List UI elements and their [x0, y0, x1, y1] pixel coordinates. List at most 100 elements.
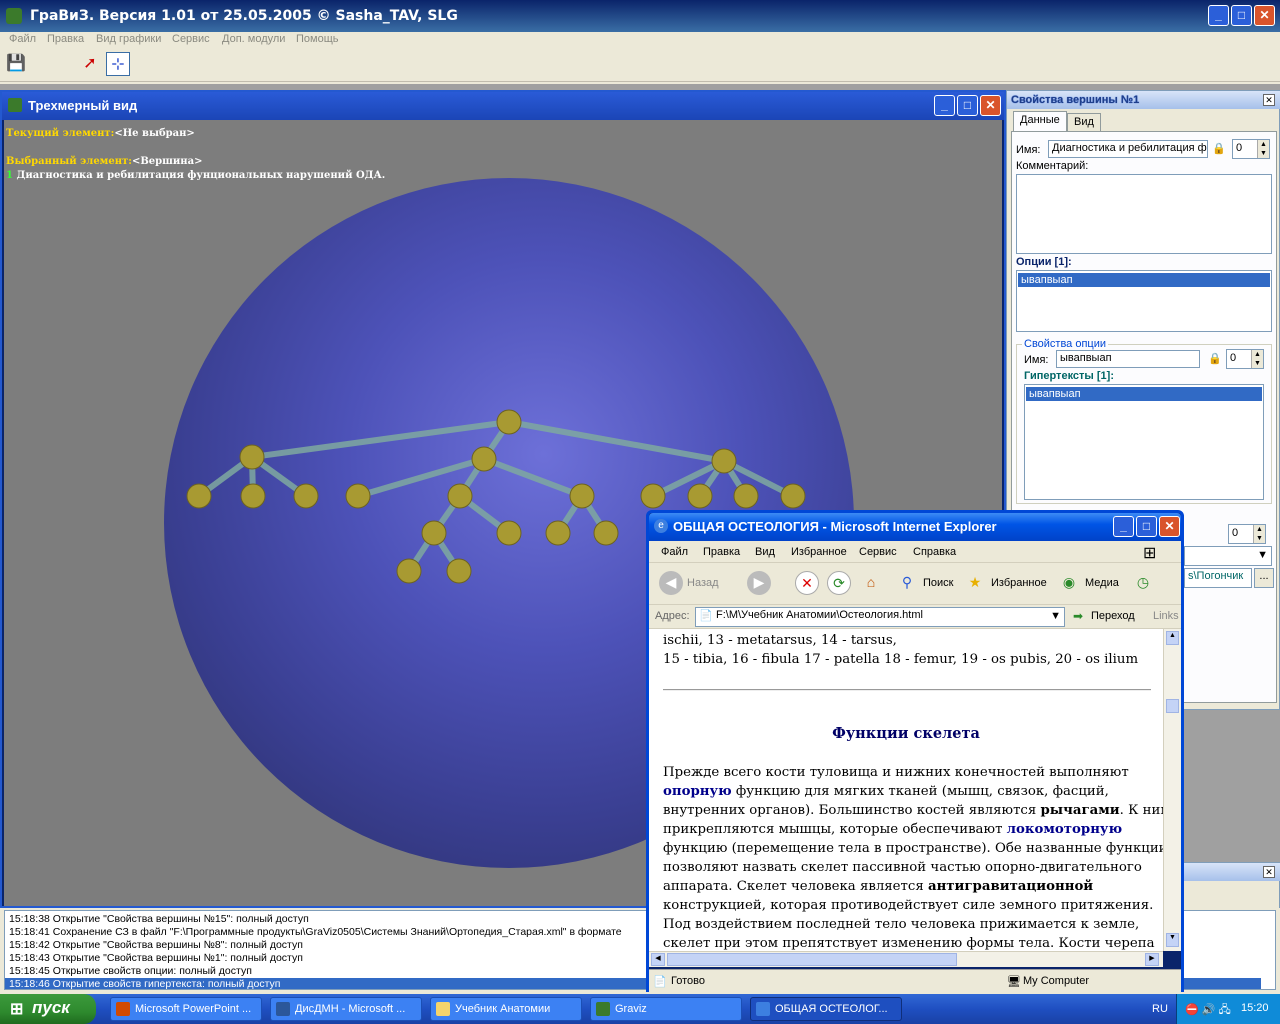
lock-icon[interactable]: 🔒: [1212, 142, 1226, 156]
menu-help[interactable]: Помощь: [296, 33, 339, 45]
favorites-label[interactable]: Избранное: [991, 577, 1047, 589]
menu-file[interactable]: Файл: [9, 33, 36, 45]
ie-menu-bar: Файл Правка Вид Избранное Сервис Справка…: [649, 541, 1181, 563]
close-button[interactable]: ✕: [1254, 5, 1275, 26]
graph-node: [447, 483, 473, 509]
language-indicator[interactable]: RU: [1152, 1003, 1168, 1015]
back-icon[interactable]: ◀: [659, 571, 683, 595]
option-spin-arrows-icon[interactable]: ▲ ▼: [1251, 350, 1263, 368]
history-icon[interactable]: ◷: [1131, 571, 1155, 595]
maximize-button[interactable]: □: [1231, 5, 1252, 26]
ie-close-button[interactable]: ✕: [1159, 516, 1180, 537]
word-icon: [276, 1002, 290, 1016]
option-name-field[interactable]: ывапвыап: [1056, 350, 1200, 368]
ie-menu-file[interactable]: Файл: [661, 546, 688, 558]
ie-menu-edit[interactable]: Правка: [703, 546, 740, 558]
home-icon[interactable]: ⌂: [859, 571, 883, 595]
view3d-minimize-button[interactable]: _: [934, 95, 955, 116]
ie-vertical-scrollbar[interactable]: ▲ ▼: [1163, 629, 1181, 951]
comment-textarea[interactable]: [1016, 174, 1272, 254]
ie-toolbar: ◀ Назад ▶ ✕ ⟳ ⌂ ⚲ Поиск ★ Избранное ◉ Ме…: [649, 563, 1181, 605]
go-icon[interactable]: ➡: [1073, 609, 1083, 623]
go-label[interactable]: Переход: [1091, 610, 1135, 622]
hscroll-thumb[interactable]: [667, 953, 957, 966]
task-label: Graviz: [615, 1003, 647, 1015]
search-label[interactable]: Поиск: [923, 577, 953, 589]
option-lock-icon[interactable]: 🔒: [1208, 352, 1222, 366]
keyword-link[interactable]: опорную: [663, 784, 732, 799]
clock: 15:20: [1241, 1002, 1269, 1014]
graph-icon[interactable]: ⊹: [106, 52, 130, 76]
tray-icons[interactable]: ⛔ 🔊 🖧: [1185, 1001, 1231, 1020]
search-icon[interactable]: ⚲: [895, 571, 919, 595]
extra-spinner[interactable]: 0 ▲ ▼: [1228, 524, 1266, 544]
forward-icon[interactable]: ▶: [747, 571, 771, 595]
tab-data[interactable]: Данные: [1013, 111, 1067, 131]
content-line: конструкцией, которая противодействует с…: [663, 898, 1154, 913]
option-props-label: Свойства опции: [1022, 338, 1109, 350]
address-field[interactable]: F:\M\Учебник Анатомии\Остеология.html 📄 …: [695, 607, 1065, 627]
dropdown-arrow-icon: ▼: [1257, 549, 1268, 561]
media-icon[interactable]: ◉: [1057, 571, 1081, 595]
task-graviz[interactable]: Graviz: [590, 997, 742, 1021]
tab-view[interactable]: Вид: [1067, 113, 1101, 133]
media-label[interactable]: Медиа: [1085, 577, 1119, 589]
address-dropdown-icon[interactable]: ▼: [1050, 610, 1061, 622]
ie-menu-view[interactable]: Вид: [755, 546, 775, 558]
links-label[interactable]: Links: [1153, 610, 1179, 622]
scroll-right-icon[interactable]: ▶: [1145, 953, 1159, 966]
view3d-close-button[interactable]: ✕: [980, 95, 1001, 116]
spin-arrows-icon[interactable]: ▲ ▼: [1257, 140, 1269, 158]
scroll-up-icon[interactable]: ▲: [1166, 631, 1179, 645]
pointer-icon[interactable]: ➚: [78, 52, 102, 76]
scroll-thumb[interactable]: [1166, 699, 1179, 713]
keyword-link[interactable]: локомоторную: [1007, 822, 1122, 837]
extra-spin-arrows-icon[interactable]: ▲ ▼: [1253, 525, 1265, 543]
favorites-icon[interactable]: ★: [963, 571, 987, 595]
option-name-label: Имя:: [1024, 354, 1049, 366]
props-close-icon[interactable]: ✕: [1263, 94, 1275, 106]
name-spinner[interactable]: 0 ▲ ▼: [1232, 139, 1270, 159]
options-item[interactable]: ывапвыап: [1018, 273, 1270, 287]
ie-horizontal-scrollbar[interactable]: ◀ ▶: [649, 951, 1163, 967]
hypertexts-list[interactable]: ывапвыап: [1024, 384, 1264, 500]
options-list[interactable]: ывапвыап: [1016, 270, 1272, 332]
task-label: Учебник Анатомии: [455, 1003, 551, 1015]
menu-edit[interactable]: Правка: [47, 33, 84, 45]
view3d-title: Трехмерный вид: [28, 98, 138, 113]
scroll-left-icon[interactable]: ◀: [651, 953, 665, 966]
back-label[interactable]: Назад: [687, 577, 719, 589]
stop-icon[interactable]: ✕: [795, 571, 819, 595]
extra-dropdown[interactable]: ▼: [1184, 546, 1272, 566]
extra-path-field[interactable]: s\Погончик: [1184, 568, 1252, 588]
save-icon[interactable]: 💾: [4, 52, 28, 76]
task-powerpoint[interactable]: Microsoft PowerPoint ...: [110, 997, 262, 1021]
ie-menu-favorites[interactable]: Избранное: [791, 546, 847, 558]
content-line: Под воздействием последней тело человека…: [663, 917, 1140, 932]
content-line: 15 - tibia, 16 - fibula 17 - patella 18 …: [663, 652, 1139, 667]
option-spinner[interactable]: 0 ▲ ▼: [1226, 349, 1264, 369]
edge: [508, 419, 725, 464]
name-field[interactable]: Диагностика и ребилитация ф: [1048, 140, 1208, 158]
hypertexts-label: Гипертексты [1]:: [1024, 370, 1114, 382]
browse-button[interactable]: ...: [1254, 568, 1274, 588]
ie-maximize-button[interactable]: □: [1136, 516, 1157, 537]
scroll-down-icon[interactable]: ▼: [1166, 933, 1179, 947]
task-ie[interactable]: ОБЩАЯ ОСТЕОЛОГ...: [750, 997, 902, 1021]
view3d-maximize-button[interactable]: □: [957, 95, 978, 116]
menu-addons[interactable]: Доп. модули: [222, 33, 285, 45]
ie-menu-service[interactable]: Сервис: [859, 546, 897, 558]
refresh-icon[interactable]: ⟳: [827, 571, 851, 595]
hypertexts-item[interactable]: ывапвыап: [1026, 387, 1262, 401]
minimize-button[interactable]: _: [1208, 5, 1229, 26]
menu-view-graphics[interactable]: Вид графики: [96, 33, 161, 45]
secondary-close-icon[interactable]: ✕: [1263, 866, 1275, 878]
ie-menu-help[interactable]: Справка: [913, 546, 956, 558]
task-folder[interactable]: Учебник Анатомии: [430, 997, 582, 1021]
menu-service[interactable]: Сервис: [172, 33, 210, 45]
start-button[interactable]: ⊞ пуск: [0, 994, 96, 1024]
graph-node: [780, 483, 806, 509]
ie-minimize-button[interactable]: _: [1113, 516, 1134, 537]
task-word[interactable]: ДисДМН - Microsoft ...: [270, 997, 422, 1021]
graph-node: [446, 558, 472, 584]
